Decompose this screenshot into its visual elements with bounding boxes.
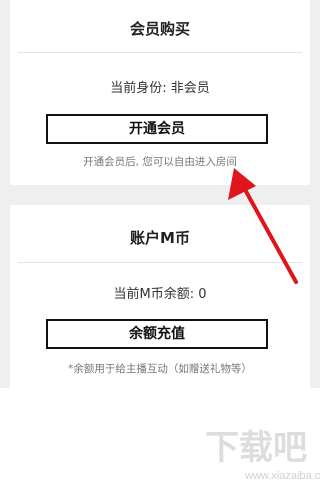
account-card: 账户M币 当前M币余额: 0 余额充值 *余额用于给主播互动（如赠送礼物等） [10, 205, 310, 388]
divider [18, 52, 302, 53]
account-title: 账户M币 [130, 229, 190, 247]
watermark-url: www.xiazaiba.com [245, 470, 320, 482]
open-membership-button[interactable]: 开通会员 [46, 114, 268, 144]
watermark: 下载吧 www.xiazaiba.com [205, 428, 320, 490]
membership-hint: 开通会员后, 您可以自由进入房间 [83, 156, 237, 168]
membership-title: 会员购买 [129, 20, 190, 38]
watermark-logo: 下载吧 [205, 428, 307, 468]
membership-card: 会员购买 当前身份: 非会员 开通会员 开通会员后, 您可以自由进入房间 [10, 0, 310, 185]
balance-status: 当前M币余额: 0 [113, 287, 207, 302]
recharge-button[interactable]: 余额充值 [46, 319, 268, 349]
divider [18, 262, 302, 263]
membership-status: 当前身份: 非会员 [110, 81, 210, 96]
balance-hint: *余额用于给主播互动（如赠送礼物等） [68, 363, 252, 375]
